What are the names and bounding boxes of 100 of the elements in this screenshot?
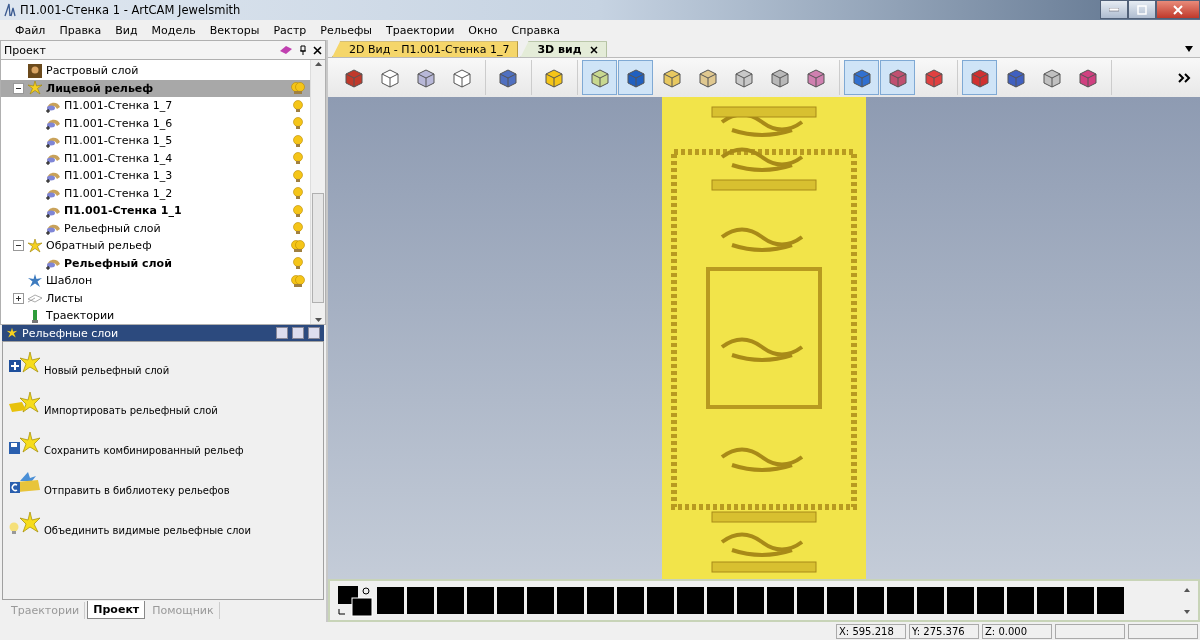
color-swatch[interactable]: [1067, 587, 1094, 615]
tree-item[interactable]: Шаблон: [1, 272, 310, 290]
eraser-icon[interactable]: [279, 45, 293, 55]
action-link[interactable]: Отправить в библиотеку рельефов: [44, 485, 230, 496]
bulb-icon[interactable]: [290, 221, 306, 236]
bulb-icon[interactable]: [290, 151, 306, 166]
double-bulb-icon[interactable]: [290, 273, 306, 288]
minimize-button[interactable]: [1100, 0, 1128, 19]
tree-item[interactable]: Лицевой рельеф: [1, 79, 310, 97]
tree-item[interactable]: П1.001-Стенка 1_7: [1, 97, 310, 115]
bulb-icon[interactable]: [290, 116, 306, 131]
pin-top-button[interactable]: [308, 327, 320, 339]
view-tab[interactable]: 2D Вид - П1.001-Стенка 1_7: [332, 41, 519, 58]
expand-toggle[interactable]: [13, 292, 24, 304]
menu-item[interactable]: Справка: [504, 23, 568, 37]
color-swatch[interactable]: [407, 587, 434, 615]
action-link[interactable]: Сохранить комбинированный рельеф: [44, 445, 244, 456]
bulb-icon[interactable]: [290, 133, 306, 148]
scrollbar[interactable]: [310, 60, 325, 324]
bulb-icon[interactable]: [290, 256, 306, 271]
color-swatch[interactable]: [1097, 587, 1124, 615]
toolbar-button[interactable]: [844, 60, 879, 96]
tree-item[interactable]: П1.001-Стенка 1_2: [1, 184, 310, 202]
tree-item-label: П1.001-Стенка 1_6: [64, 116, 174, 130]
tree-item-label: Растровый слой: [46, 64, 140, 78]
action-link[interactable]: Объединить видимые рельефные слои: [44, 525, 251, 536]
toolbar-button[interactable]: [962, 60, 997, 96]
tree-item-label: П1.001-Стенка 1_3: [64, 169, 174, 183]
menu-item[interactable]: Модель: [144, 23, 203, 37]
bulb-icon[interactable]: [290, 168, 306, 183]
menu-item[interactable]: Окно: [461, 23, 505, 37]
color-swatch[interactable]: [467, 587, 494, 615]
maximize-button[interactable]: [1128, 0, 1156, 19]
tree-item[interactable]: Листы: [1, 289, 310, 307]
pin-icon[interactable]: [299, 45, 307, 55]
z-coordinate: Z: 0.000: [982, 623, 1052, 639]
home-button[interactable]: [276, 327, 288, 339]
close-icon[interactable]: [313, 45, 322, 55]
view-tab[interactable]: 3D вид: [520, 41, 607, 58]
double-bulb-icon[interactable]: [290, 238, 306, 253]
y-coordinate: Y: 275.376: [909, 623, 979, 639]
color-swatch[interactable]: [527, 587, 554, 615]
color-swatch[interactable]: [1037, 587, 1064, 615]
scroll-thumb[interactable]: [312, 193, 324, 303]
close-icon: [1173, 4, 1183, 15]
tree-item[interactable]: Рельефный слой: [1, 254, 310, 272]
color-swatch-pair-icon[interactable]: [336, 584, 374, 617]
color-swatch[interactable]: [1007, 587, 1034, 615]
color-swatch[interactable]: [827, 587, 854, 615]
color-swatch[interactable]: [587, 587, 614, 615]
menu-item[interactable]: Рельефы: [313, 23, 380, 37]
tree-item[interactable]: П1.001-Стенка 1_6: [1, 114, 310, 132]
color-swatch[interactable]: [947, 587, 974, 615]
bulb-icon[interactable]: [290, 186, 306, 201]
color-swatch[interactable]: [617, 587, 644, 615]
tree-item[interactable]: П1.001-Стенка 1_3: [1, 167, 310, 185]
color-swatch[interactable]: [437, 587, 464, 615]
toolbar-button[interactable]: [618, 60, 653, 96]
tree-item[interactable]: П1.001-Стенка 1_4: [1, 149, 310, 167]
color-swatch[interactable]: [887, 587, 914, 615]
color-swatch[interactable]: [797, 587, 824, 615]
tree-item[interactable]: Обратный рельеф: [1, 237, 310, 255]
menu-item[interactable]: Правка: [52, 23, 109, 37]
color-swatch[interactable]: [977, 587, 1004, 615]
collapse-toggle[interactable]: [13, 82, 24, 94]
color-swatch[interactable]: [647, 587, 674, 615]
color-swatch[interactable]: [377, 587, 404, 615]
color-swatch[interactable]: [737, 587, 764, 615]
bulb-icon[interactable]: [290, 203, 306, 218]
menu-item[interactable]: Файл: [8, 23, 53, 37]
color-swatch[interactable]: [497, 587, 524, 615]
tree-item[interactable]: П1.001-Стенка 1_5: [1, 132, 310, 150]
close-button[interactable]: [1156, 0, 1200, 19]
menu-item[interactable]: Траектории: [379, 23, 462, 37]
bulb-icon[interactable]: [290, 98, 306, 113]
tree-item[interactable]: Рельефный слой: [1, 219, 310, 237]
action-link[interactable]: Импортировать рельефный слой: [44, 405, 218, 416]
scroll-down-icon[interactable]: [314, 318, 322, 322]
color-swatch[interactable]: [677, 587, 704, 615]
toolbar-button[interactable]: [880, 60, 915, 96]
color-swatch[interactable]: [857, 587, 884, 615]
color-swatch[interactable]: [557, 587, 584, 615]
menu-item[interactable]: Вид: [108, 23, 145, 37]
action-link[interactable]: Новый рельефный слой: [44, 365, 170, 376]
scroll-up-icon[interactable]: [314, 62, 322, 66]
color-swatch[interactable]: [917, 587, 944, 615]
panel-tab[interactable]: Проект: [87, 601, 146, 619]
close-icon[interactable]: [589, 45, 598, 54]
color-swatch[interactable]: [707, 587, 734, 615]
color-swatch[interactable]: [767, 587, 794, 615]
tree-item[interactable]: П1.001-Стенка 1_1: [1, 202, 310, 220]
collapse-button[interactable]: [292, 327, 304, 339]
more-chevron-icon[interactable]: [1178, 72, 1192, 83]
tree-item[interactable]: Растровый слой: [1, 62, 310, 80]
toolbar-button[interactable]: [582, 60, 617, 96]
dropdown-icon[interactable]: [1184, 44, 1194, 53]
tree-item[interactable]: Траектории: [1, 307, 310, 324]
menu-item[interactable]: Растр: [266, 23, 314, 37]
collapse-toggle[interactable]: [13, 240, 24, 252]
menu-item[interactable]: Векторы: [202, 23, 267, 37]
